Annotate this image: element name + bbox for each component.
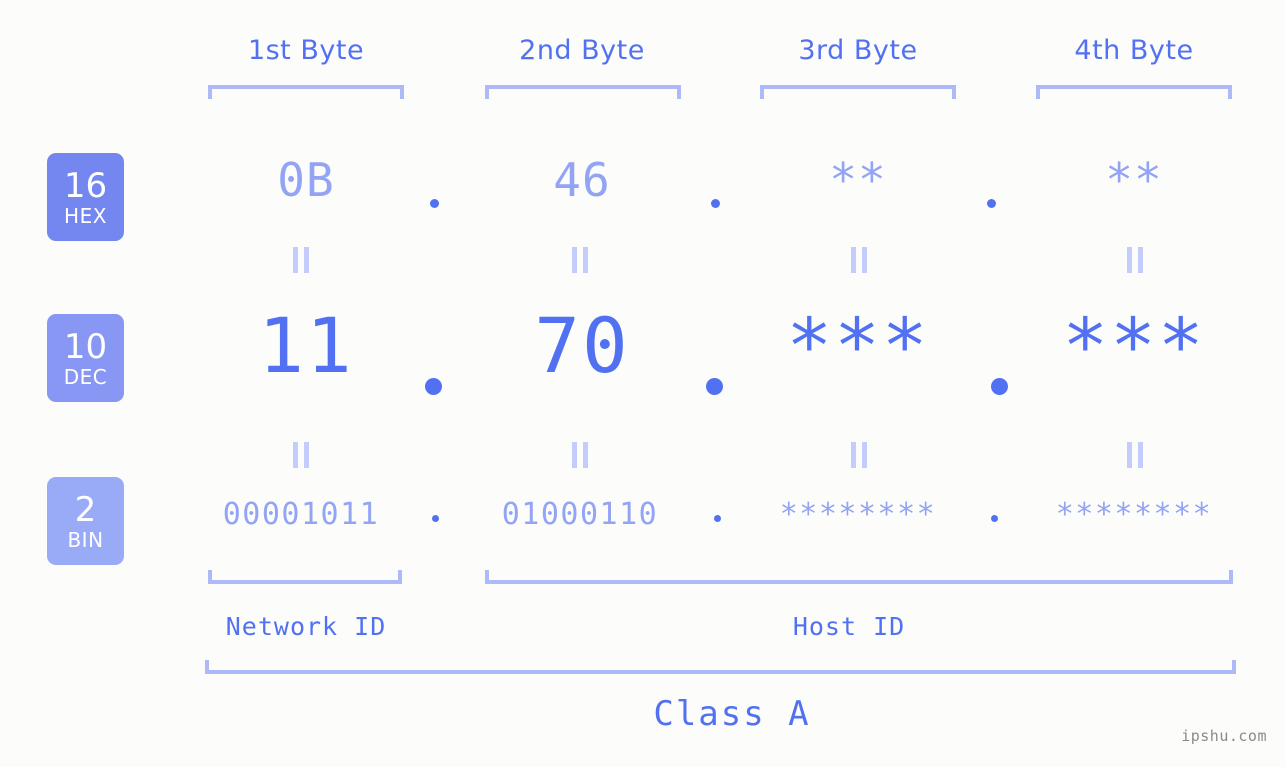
equals-sign-hex-dec-1	[290, 247, 312, 273]
host-id-bracket	[485, 570, 1233, 584]
bin-value-byte-1: 00001011	[222, 497, 380, 532]
base-badge-hex: 16 HEX	[47, 153, 124, 241]
equals-sign-dec-bin-1	[290, 442, 312, 468]
byte-header-2: 2nd Byte	[519, 35, 645, 66]
byte-bracket-1	[208, 85, 404, 99]
ip-address-breakdown-diagram: 1st Byte 2nd Byte 3rd Byte 4th Byte 16 H…	[0, 0, 1285, 767]
site-watermark: ipshu.com	[1181, 727, 1267, 745]
dec-dot-separator-3	[991, 378, 1008, 395]
hex-value-byte-1: 0B	[277, 153, 335, 207]
dec-value-byte-2: 70	[534, 301, 630, 390]
equals-sign-hex-dec-3	[848, 247, 870, 273]
byte-header-4: 4th Byte	[1074, 35, 1194, 66]
dec-value-byte-3: ***	[786, 301, 930, 390]
hex-value-byte-2: 46	[553, 153, 611, 207]
byte-bracket-2	[485, 85, 681, 99]
base-badge-dec: 10 DEC	[47, 314, 124, 402]
base-badge-bin-name: BIN	[67, 527, 104, 552]
host-id-label: Host ID	[792, 612, 906, 641]
class-label: Class A	[653, 694, 811, 734]
hex-dot-separator-1	[430, 199, 439, 208]
equals-sign-dec-bin-2	[569, 442, 591, 468]
base-badge-hex-name: HEX	[64, 203, 107, 228]
dec-dot-separator-1	[425, 378, 442, 395]
dec-dot-separator-2	[706, 378, 723, 395]
hex-dot-separator-3	[987, 199, 996, 208]
byte-bracket-3	[760, 85, 956, 99]
equals-sign-dec-bin-3	[848, 442, 870, 468]
byte-header-1: 1st Byte	[247, 35, 365, 66]
base-badge-bin: 2 BIN	[47, 477, 124, 565]
dec-value-byte-1: 11	[258, 301, 354, 390]
equals-sign-hex-dec-4	[1124, 247, 1146, 273]
equals-sign-dec-bin-4	[1124, 442, 1146, 468]
base-badge-hex-number: 16	[63, 165, 108, 206]
hex-dot-separator-2	[711, 199, 720, 208]
base-badge-dec-name: DEC	[63, 364, 108, 389]
base-badge-bin-number: 2	[74, 489, 97, 530]
bin-dot-separator-1	[432, 515, 439, 522]
byte-bracket-4	[1036, 85, 1232, 99]
bin-value-byte-2: 01000110	[501, 497, 659, 532]
dec-value-byte-4: ***	[1062, 301, 1206, 390]
bin-value-byte-3: ********	[779, 497, 937, 532]
class-bracket	[205, 660, 1236, 674]
base-badge-dec-number: 10	[63, 326, 108, 367]
byte-header-3: 3rd Byte	[798, 35, 918, 66]
bin-value-byte-4: ********	[1055, 497, 1213, 532]
network-id-label: Network ID	[225, 612, 387, 641]
hex-value-byte-4: **	[1105, 153, 1163, 207]
hex-value-byte-3: **	[829, 153, 887, 207]
network-id-bracket	[208, 570, 402, 584]
bin-dot-separator-3	[991, 515, 998, 522]
equals-sign-hex-dec-2	[569, 247, 591, 273]
bin-dot-separator-2	[714, 515, 721, 522]
